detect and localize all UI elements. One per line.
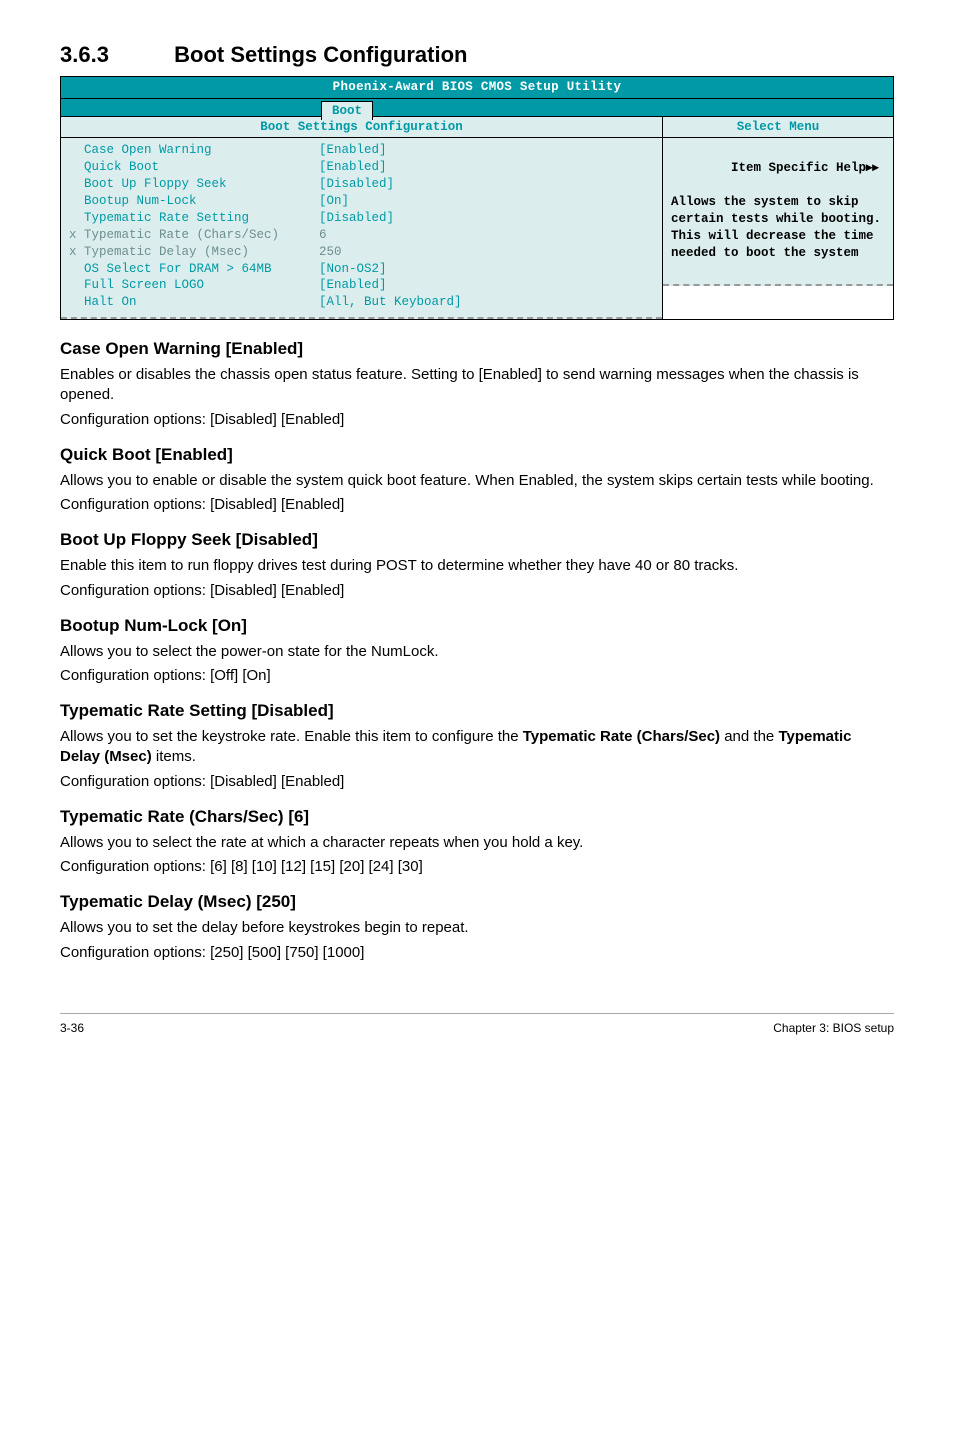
subsection-heading: Case Open Warning [Enabled] xyxy=(60,338,894,361)
subsection-heading: Typematic Rate (Chars/Sec) [6] xyxy=(60,806,894,829)
bios-setting-label: x Typematic Rate (Chars/Sec) xyxy=(69,227,319,244)
bios-setting-row: OS Select For DRAM > 64MB[Non-OS2] xyxy=(69,261,654,278)
page-number: 3-36 xyxy=(60,1020,84,1036)
body-text: Configuration options: [6] [8] [10] [12]… xyxy=(60,857,894,877)
bios-setting-label: OS Select For DRAM > 64MB xyxy=(69,261,319,278)
subsection: Boot Up Floppy Seek [Disabled] Enable thi… xyxy=(60,529,894,600)
subsection-heading: Bootup Num-Lock [On] xyxy=(60,615,894,638)
bios-help-body: Allows the system to skip certain tests … xyxy=(671,195,889,260)
body-text: Enables or disables the chassis open sta… xyxy=(60,365,894,406)
subsection: Bootup Num-Lock [On] Allows you to select… xyxy=(60,615,894,686)
subsection: Typematic Rate (Chars/Sec) [6] Allows you… xyxy=(60,806,894,877)
subsection: Typematic Delay (Msec) [250] Allows you t… xyxy=(60,891,894,962)
bios-setting-value: [All, But Keyboard] xyxy=(319,294,462,311)
bios-setting-value: [Enabled] xyxy=(319,159,387,176)
bios-setting-value: [Non-OS2] xyxy=(319,261,387,278)
bios-setting-row: x Typematic Delay (Msec)250 xyxy=(69,244,654,261)
body-text: Configuration options: [Disabled] [Enabl… xyxy=(60,410,894,430)
bios-help-title: Item Specific Help xyxy=(731,161,866,175)
subsection-heading: Typematic Delay (Msec) [250] xyxy=(60,891,894,914)
bios-right-header: Select Menu xyxy=(663,117,893,139)
subsection: Quick Boot [Enabled] Allows you to enable… xyxy=(60,444,894,515)
body-text: Allows you to select the rate at which a… xyxy=(60,833,894,853)
body-text: Configuration options: [Disabled] [Enabl… xyxy=(60,772,894,792)
body-text: Allows you to select the power-on state … xyxy=(60,642,894,662)
subsection: Case Open Warning [Enabled] Enables or di… xyxy=(60,338,894,430)
bios-setting-label: Bootup Num-Lock xyxy=(69,193,319,210)
bios-screenshot: Phoenix-Award BIOS CMOS Setup Utility Bo… xyxy=(60,76,894,321)
help-arrows-icon: ▸▸ xyxy=(866,160,879,174)
body-text: Allows you to set the delay before keyst… xyxy=(60,918,894,938)
bios-setting-label: Full Screen LOGO xyxy=(69,277,319,294)
body-text: Allows you to enable or disable the syst… xyxy=(60,471,894,491)
body-text: Configuration options: [Off] [On] xyxy=(60,666,894,686)
bios-setting-value: [Disabled] xyxy=(319,210,394,227)
body-text: Enable this item to run floppy drives te… xyxy=(60,556,894,576)
bios-setting-row: x Typematic Rate (Chars/Sec)6 xyxy=(69,227,654,244)
bios-tab-row: Boot xyxy=(61,99,893,117)
bios-tab-boot: Boot xyxy=(321,101,373,121)
bios-setting-label: Typematic Rate Setting xyxy=(69,210,319,227)
section-heading: 3.6.3 Boot Settings Configuration xyxy=(60,40,894,70)
bios-setting-label: Quick Boot xyxy=(69,159,319,176)
bios-setting-row: Typematic Rate Setting[Disabled] xyxy=(69,210,654,227)
bios-setting-row: Bootup Num-Lock[On] xyxy=(69,193,654,210)
subsection: Typematic Rate Setting [Disabled] Allows … xyxy=(60,700,894,792)
bios-settings-list: Case Open Warning[Enabled] Quick Boot[En… xyxy=(61,138,662,319)
bios-setting-row: Full Screen LOGO[Enabled] xyxy=(69,277,654,294)
bios-setting-value: [On] xyxy=(319,193,349,210)
chapter-label: Chapter 3: BIOS setup xyxy=(773,1020,894,1036)
bios-setting-value: [Enabled] xyxy=(319,142,387,159)
bios-setting-value: [Disabled] xyxy=(319,176,394,193)
page-footer: 3-36 Chapter 3: BIOS setup xyxy=(60,1013,894,1036)
bios-setting-label: Halt On xyxy=(69,294,319,311)
body-text: Configuration options: [250] [500] [750]… xyxy=(60,943,894,963)
section-number: 3.6.3 xyxy=(60,40,170,70)
bios-setting-value: [Enabled] xyxy=(319,277,387,294)
bios-setting-row: Quick Boot[Enabled] xyxy=(69,159,654,176)
bios-setting-label: x Typematic Delay (Msec) xyxy=(69,244,319,261)
body-text: Configuration options: [Disabled] [Enabl… xyxy=(60,581,894,601)
subsection-heading: Quick Boot [Enabled] xyxy=(60,444,894,467)
bios-setting-row: Halt On[All, But Keyboard] xyxy=(69,294,654,311)
bios-setting-row: Case Open Warning[Enabled] xyxy=(69,142,654,159)
body-text: Allows you to set the keystroke rate. En… xyxy=(60,727,894,768)
bios-setting-value: 6 xyxy=(319,227,327,244)
bios-setting-row: Boot Up Floppy Seek[Disabled] xyxy=(69,176,654,193)
bios-setting-value: 250 xyxy=(319,244,342,261)
bios-title-bar: Phoenix-Award BIOS CMOS Setup Utility xyxy=(61,77,893,99)
body-text: Configuration options: [Disabled] [Enabl… xyxy=(60,495,894,515)
subsection-heading: Boot Up Floppy Seek [Disabled] xyxy=(60,529,894,552)
section-title: Boot Settings Configuration xyxy=(174,42,467,67)
bios-help-panel: Item Specific Help▸▸ Allows the system t… xyxy=(663,138,893,286)
bios-setting-label: Case Open Warning xyxy=(69,142,319,159)
subsection-heading: Typematic Rate Setting [Disabled] xyxy=(60,700,894,723)
bios-setting-label: Boot Up Floppy Seek xyxy=(69,176,319,193)
